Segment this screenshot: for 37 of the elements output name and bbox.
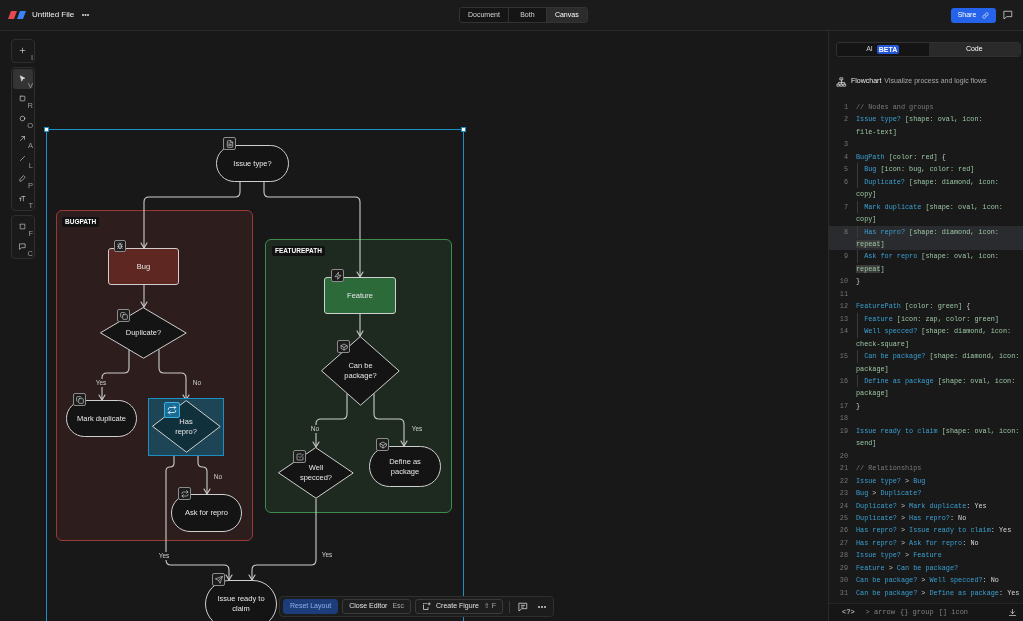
comment-icon[interactable] — [1003, 10, 1013, 20]
paper-plane-icon — [212, 573, 225, 586]
arrow-icon — [18, 134, 26, 142]
marquee-icon — [18, 222, 26, 230]
hierarchy-icon — [836, 76, 847, 87]
comment-icon — [18, 242, 26, 250]
resize-handle[interactable] — [44, 127, 49, 132]
box-icon — [337, 340, 350, 353]
copy-icon — [117, 309, 130, 322]
connector-arrow — [140, 284, 148, 308]
box-icon — [376, 438, 389, 451]
bug-icon — [114, 240, 126, 252]
cursor-icon — [18, 74, 26, 82]
checkbox-icon — [293, 450, 306, 463]
circle-icon — [18, 114, 26, 122]
connector-arrow — [356, 313, 364, 337]
lightning-icon — [331, 269, 344, 282]
connector-arrow — [98, 349, 130, 401]
logo-icon — [8, 11, 26, 19]
line-icon — [18, 154, 26, 162]
file-title: Untitled File — [32, 9, 75, 21]
repeat-icon — [178, 487, 191, 500]
connector-arrow — [373, 393, 408, 447]
link-icon — [982, 11, 990, 19]
repeat-icon — [164, 402, 180, 418]
resize-handle[interactable] — [461, 127, 466, 132]
download-icon[interactable] — [1008, 608, 1017, 617]
text-icon — [18, 194, 26, 202]
pencil-icon — [18, 174, 26, 182]
comment-icon[interactable] — [517, 601, 528, 612]
more-icon[interactable] — [537, 605, 546, 608]
plus-icon — [18, 46, 26, 54]
document-icon — [223, 137, 236, 150]
copy-icon — [73, 393, 86, 406]
connector-arrow — [158, 349, 190, 401]
connector-arrow — [312, 393, 348, 448]
frame-plus-icon — [422, 602, 432, 611]
